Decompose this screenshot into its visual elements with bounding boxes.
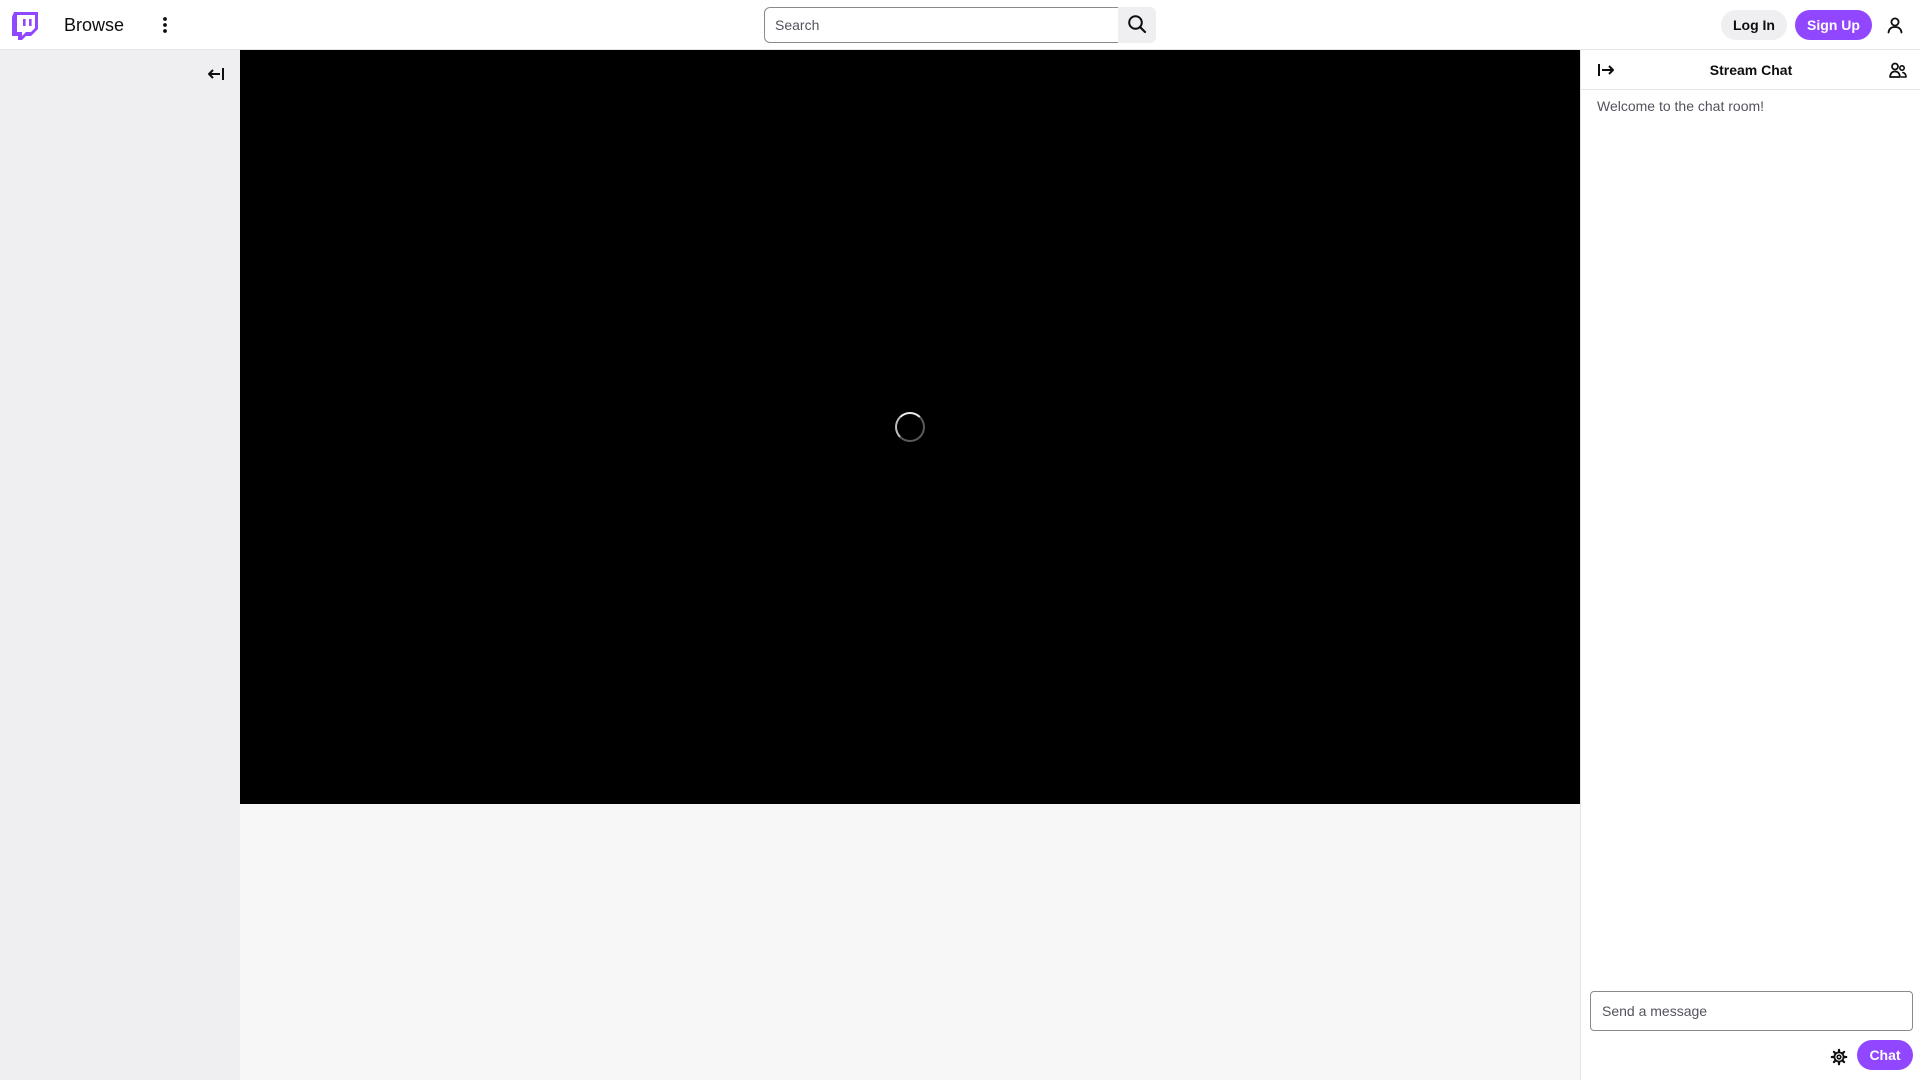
loading-spinner-icon xyxy=(895,412,925,442)
login-button[interactable]: Log In xyxy=(1721,10,1787,40)
arrow-collapse-left-icon[interactable] xyxy=(204,62,228,86)
video-player[interactable] xyxy=(240,50,1580,804)
chat-panel: Stream Chat Welcome to the chat room! Se… xyxy=(1580,50,1920,1080)
gear-icon[interactable] xyxy=(1827,1045,1851,1069)
signup-button[interactable]: Sign Up xyxy=(1795,10,1872,40)
chat-message-input[interactable] xyxy=(1590,991,1913,1031)
kebab-menu-icon[interactable] xyxy=(154,13,176,37)
chat-welcome-message: Welcome to the chat room! xyxy=(1597,98,1765,114)
community-icon[interactable] xyxy=(1887,59,1909,81)
top-nav: Browse Log In Sign Up xyxy=(0,0,1920,50)
search-button[interactable] xyxy=(1118,7,1156,43)
browse-link[interactable]: Browse xyxy=(64,12,124,38)
left-sidebar xyxy=(0,50,240,1080)
arrow-collapse-right-icon[interactable] xyxy=(1595,59,1617,81)
search-bar xyxy=(764,7,1156,43)
user-icon[interactable] xyxy=(1883,13,1907,37)
twitch-glitch-icon[interactable] xyxy=(10,11,40,41)
chat-title: Stream Chat xyxy=(1709,62,1793,78)
search-input[interactable] xyxy=(764,7,1118,43)
search-icon xyxy=(1127,14,1147,37)
chat-header: Stream Chat xyxy=(1581,50,1920,90)
chat-send-button[interactable]: Chat xyxy=(1857,1040,1913,1070)
channel-info-area xyxy=(240,804,1580,1080)
